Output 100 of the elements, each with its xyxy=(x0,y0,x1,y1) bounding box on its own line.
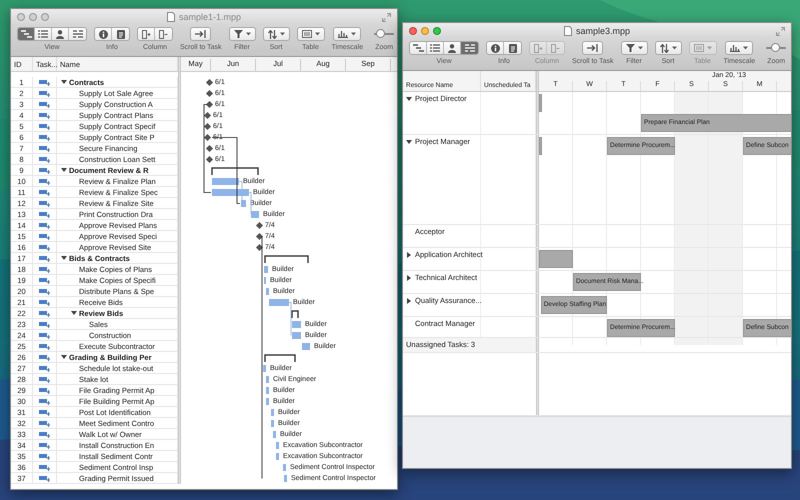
summary-bracket xyxy=(211,167,259,175)
summary-bracket xyxy=(264,255,309,263)
task-bar xyxy=(212,189,249,196)
task-bar xyxy=(539,94,542,112)
note-icon xyxy=(508,44,516,52)
milestone-marker xyxy=(206,144,214,152)
task-mode-icon xyxy=(39,298,50,306)
disclosure-triangle-icon[interactable] xyxy=(71,310,77,316)
disclosure-triangle-icon[interactable] xyxy=(61,255,67,261)
task-mode-icon xyxy=(39,134,50,140)
disclosure-triangle-icon[interactable] xyxy=(406,274,412,280)
task-bar xyxy=(266,398,269,405)
summary-bracket xyxy=(264,354,296,362)
task-mode-icon xyxy=(39,474,50,482)
dependency-line xyxy=(248,192,252,215)
task-mode-icon xyxy=(39,166,50,174)
info-icon xyxy=(98,30,108,38)
task-bar xyxy=(269,299,289,306)
gantt-icon xyxy=(20,30,32,38)
task-mode-icon xyxy=(39,376,50,382)
task-bar xyxy=(241,200,246,207)
disclosure-triangle-icon[interactable] xyxy=(406,138,412,144)
filter-icon xyxy=(234,30,242,38)
task-mode-icon xyxy=(39,254,50,262)
task-mode-icon xyxy=(39,222,50,228)
scroll-to-task-button[interactable] xyxy=(190,27,212,41)
column-remove-icon xyxy=(159,30,168,38)
disclosure-triangle-icon[interactable] xyxy=(61,79,67,85)
note-icon xyxy=(116,30,124,38)
disclosure-triangle-icon[interactable] xyxy=(61,167,67,173)
caret-icon xyxy=(672,46,676,50)
task-mode-icon xyxy=(39,200,50,206)
sort-button[interactable] xyxy=(654,41,682,55)
view-button[interactable] xyxy=(427,42,444,54)
view-button[interactable] xyxy=(35,28,52,40)
task-mode-icon xyxy=(39,78,50,86)
dependency-line xyxy=(288,302,292,336)
timescale-button[interactable] xyxy=(333,27,362,41)
table-button[interactable] xyxy=(296,27,324,41)
view-button[interactable] xyxy=(18,28,35,40)
zoom-window-button[interactable] xyxy=(433,27,441,35)
task-bar xyxy=(266,376,269,383)
close-button[interactable] xyxy=(409,27,417,35)
sort-icon xyxy=(268,30,276,38)
summary-bracket xyxy=(291,310,299,318)
slider-thumb[interactable] xyxy=(770,43,780,52)
task-bar xyxy=(283,464,286,471)
task-mode-icon xyxy=(39,354,50,360)
caret-icon xyxy=(280,32,284,36)
disclosure-triangle-icon[interactable] xyxy=(406,252,412,258)
window-title: sample3.mpp xyxy=(576,26,630,36)
sort-button[interactable] xyxy=(262,27,290,41)
arrow-to-bar-icon xyxy=(587,44,598,52)
disclosure-triangle-icon[interactable] xyxy=(406,298,412,304)
document-icon xyxy=(564,26,572,36)
task-mode-icon xyxy=(39,210,50,218)
task-mode-icon xyxy=(39,244,50,250)
caret-icon xyxy=(743,46,748,50)
gantt-icon xyxy=(412,44,424,52)
caret-icon xyxy=(351,32,356,36)
document-icon xyxy=(166,12,175,22)
slider-thumb[interactable] xyxy=(376,29,385,38)
milestone-marker xyxy=(204,111,212,119)
task-mode-icon xyxy=(39,122,50,130)
table-icon xyxy=(302,30,312,38)
view-button[interactable] xyxy=(461,42,478,54)
task-mode-icon xyxy=(39,112,50,118)
sort-icon xyxy=(660,44,668,52)
milestone-marker xyxy=(256,243,264,251)
task-bar xyxy=(212,178,239,185)
task-mode-icon xyxy=(39,398,50,404)
view-button[interactable] xyxy=(410,42,427,54)
person-icon xyxy=(448,44,456,52)
milestone-marker xyxy=(256,232,264,240)
task-bar xyxy=(302,343,310,350)
caret-icon xyxy=(246,32,250,36)
resource-gantt-icon xyxy=(464,44,474,52)
scroll-to-task-button[interactable] xyxy=(582,41,604,55)
task-mode-icon xyxy=(39,452,50,460)
task-mode-icon xyxy=(39,232,50,240)
task-mode-icon xyxy=(39,144,50,152)
task-bar xyxy=(539,137,542,155)
task-mode-icon xyxy=(39,156,50,162)
task-bar xyxy=(251,211,259,218)
disclosure-triangle-icon[interactable] xyxy=(406,96,412,102)
task-mode-icon xyxy=(39,320,50,328)
task-mode-icon xyxy=(39,90,50,96)
filter-button[interactable] xyxy=(228,27,256,41)
task-mode-icon xyxy=(39,178,50,184)
task-mode-icon xyxy=(39,188,50,196)
disclosure-triangle-icon[interactable] xyxy=(61,354,67,360)
task-bar xyxy=(264,266,268,273)
task-mode-icon xyxy=(39,100,50,108)
timescale-button[interactable] xyxy=(725,41,754,55)
milestone-marker xyxy=(204,133,212,141)
task-bar xyxy=(266,288,269,295)
column-remove-icon xyxy=(551,44,560,52)
list-icon xyxy=(38,30,48,38)
bar-chart-icon xyxy=(338,30,348,38)
filter-button[interactable] xyxy=(620,41,648,55)
